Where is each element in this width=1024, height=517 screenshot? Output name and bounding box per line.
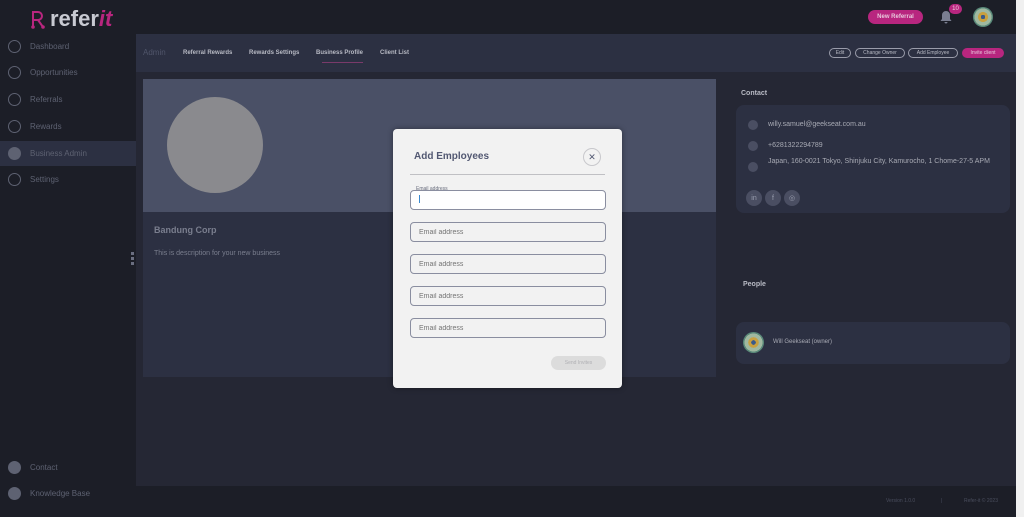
email-field-5[interactable] (410, 318, 606, 338)
modal-divider (410, 174, 605, 175)
text-caret (419, 195, 420, 203)
email-field-label: Email address (416, 186, 448, 192)
scrollbar[interactable] (1016, 0, 1024, 517)
email-field-3[interactable] (410, 254, 606, 274)
close-icon: ✕ (588, 151, 596, 162)
email-field-2[interactable] (410, 222, 606, 242)
email-field-4[interactable] (410, 286, 606, 306)
modal-title: Add Employees (414, 151, 490, 162)
email-field-1[interactable] (410, 190, 606, 210)
close-button[interactable]: ✕ (583, 148, 601, 166)
send-invites-button[interactable]: Send Invites (551, 356, 606, 370)
add-employees-modal: Add Employees ✕ Email address Send Invit… (393, 129, 622, 388)
